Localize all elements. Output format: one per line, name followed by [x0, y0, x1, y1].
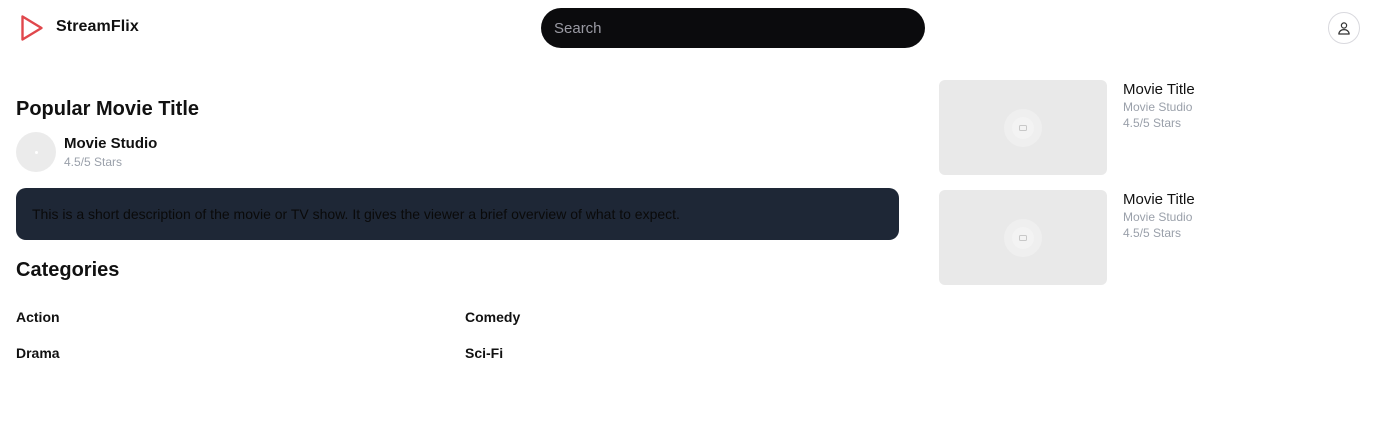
- image-placeholder-icon: [34, 150, 38, 154]
- top-bar: StreamFlix: [0, 0, 1376, 56]
- category-drama[interactable]: Drama: [16, 345, 60, 361]
- profile-button[interactable]: [1328, 12, 1360, 44]
- description-box: This is a short description of the movie…: [16, 188, 899, 240]
- movie-thumbnail: [939, 80, 1107, 175]
- movie-thumbnail: [939, 190, 1107, 285]
- featured-title: Popular Movie Title: [16, 98, 199, 120]
- movie-card[interactable]: Movie Title Movie Studio 4.5/5 Stars: [939, 190, 1359, 285]
- movie-card-rating: 4.5/5 Stars: [1123, 116, 1182, 130]
- movie-card[interactable]: Movie Title Movie Studio 4.5/5 Stars: [939, 80, 1359, 175]
- studio-avatar: [16, 132, 56, 172]
- movie-card-studio: Movie Studio: [1123, 100, 1193, 114]
- movie-card-title: Movie Title: [1123, 81, 1195, 98]
- description-text: This is a short description of the movie…: [32, 206, 680, 222]
- category-action[interactable]: Action: [16, 309, 60, 325]
- search-input[interactable]: [541, 8, 925, 48]
- studio-name: Movie Studio: [64, 135, 158, 152]
- image-placeholder-icon: [1004, 218, 1042, 257]
- brand-name: StreamFlix: [56, 18, 139, 35]
- category-comedy[interactable]: Comedy: [465, 309, 520, 325]
- category-scifi[interactable]: Sci-Fi: [465, 345, 503, 361]
- categories-heading: Categories: [16, 259, 120, 281]
- play-triangle-icon: [21, 15, 43, 41]
- studio-rating: 4.5/5 Stars: [64, 155, 123, 169]
- movie-card-studio: Movie Studio: [1123, 210, 1193, 224]
- movie-card-title: Movie Title: [1123, 191, 1195, 208]
- user-icon: [1338, 22, 1350, 35]
- logo[interactable]: [20, 14, 44, 42]
- movie-card-rating: 4.5/5 Stars: [1123, 226, 1182, 240]
- image-placeholder-icon: [1004, 108, 1042, 147]
